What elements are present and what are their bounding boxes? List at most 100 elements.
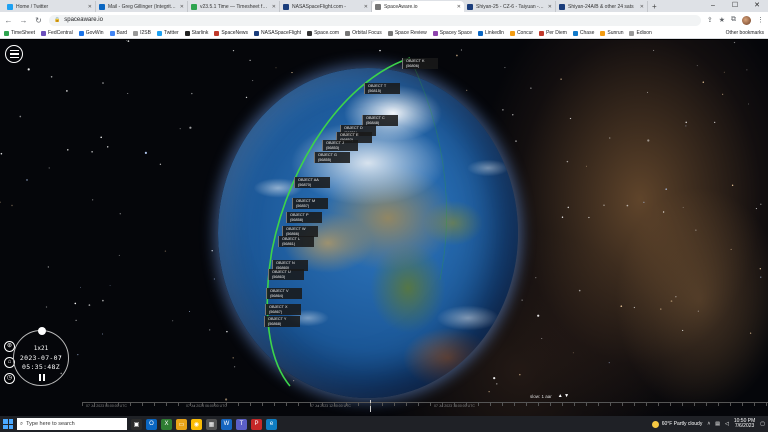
bookmark-item[interactable]: LinkedIn [478,30,504,36]
object-label[interactable]: OBJECT M (56857) [292,198,328,210]
excel-icon[interactable]: X [161,418,172,430]
tab-close-icon[interactable]: ✕ [640,4,644,10]
object-label[interactable]: OBJECT G (56855) [314,152,350,164]
other-bookmarks[interactable]: Other bookmarks [724,30,764,36]
menu-dots-icon[interactable]: ⋮ [757,16,764,24]
object-label[interactable]: OBJECT L (56861) [278,236,314,248]
bookmark-label: TimeSheet [11,30,35,36]
task-view-icon[interactable]: ▣ [131,418,142,430]
powerpoint-icon[interactable]: P [251,418,262,430]
bookmark-item[interactable]: TimeSheet [4,30,35,36]
profile-avatar[interactable] [742,15,751,25]
timeline-minor-tick [634,403,635,406]
teams-icon[interactable]: T [236,418,247,430]
bookmark-item[interactable]: NASASpaceFlight [254,30,301,36]
bookmark-label: Edison [636,30,652,36]
object-label[interactable]: OBJECT AA (56870) [294,177,330,189]
browser-tab[interactable]: Shiyan-25 - CZ-6 - Taiyuan - Ju ✕ [464,1,556,12]
timeline-minor-tick [430,403,431,406]
bookmark-item[interactable]: Space.com [307,30,339,36]
bookmark-item[interactable]: SpaceNews [214,30,248,36]
bookmark-item[interactable]: I2SB [133,30,151,36]
speed-arrows-icon[interactable]: ▲ ▼ [558,393,569,399]
bookmark-item[interactable]: Starlink [184,30,208,36]
notifications-icon[interactable]: ▢ [760,421,765,427]
history-icon[interactable]: ◷ [4,373,15,384]
timeline-minor-tick [706,403,707,406]
timeline-cursor[interactable] [370,400,371,412]
extensions-icon[interactable]: ⧉ [731,16,736,24]
object-label[interactable]: OBJECT P (56858) [286,212,322,224]
object-label[interactable]: OBJECT V (56864) [266,288,302,300]
bookmark-favicon-icon [254,30,260,36]
bookmark-item[interactable]: FedCentral [41,30,73,36]
bookmark-item[interactable]: Space Review [387,30,427,36]
pause-icon[interactable] [38,374,46,381]
browser-tab[interactable]: NASASpaceFlight.com - ✕ [280,1,372,12]
object-label[interactable]: OBJECT J (56853) [322,140,358,152]
calculator-icon[interactable]: ▦ [206,418,217,430]
taskbar-search[interactable]: ⌕ Type here to search [17,418,127,430]
bookmark-star-icon[interactable]: ★ [719,16,725,24]
timeline-bar[interactable]: 07 Jul 2023 00:00:00 UTC 07 Jul 2023 06:… [82,400,768,412]
browser-tab[interactable]: Mail - Greg Gillinger (Integrity S ✕ [96,1,188,12]
bookmark-item[interactable]: GovWin [78,30,104,36]
address-bar[interactable]: 🔒 spaceaware.io [49,14,701,26]
network-icon[interactable]: ▤ [715,421,720,427]
close-window-button[interactable]: ✕ [746,0,768,12]
system-clock[interactable]: 10:50 PM 7/6/2023 [734,418,755,430]
tab-favicon-icon [283,3,289,10]
object-label[interactable]: OBJECT Y (56868) [264,316,300,328]
weather-widget[interactable]: 60°F Partly cloudy [651,420,702,428]
object-label[interactable]: OBJECT K (56806) [402,58,438,70]
globe-viewport[interactable]: OBJECT K (56806) OBJECT T (56815) OBJECT C (5… [0,40,768,416]
tab-close-icon[interactable]: ✕ [180,4,184,10]
reload-icon[interactable]: ↻ [34,16,43,25]
clock-dial-knob[interactable] [38,327,46,335]
tab-close-icon[interactable]: ✕ [457,4,461,10]
object-label[interactable]: OBJECT U (56863) [268,269,304,281]
bookmark-item[interactable]: Edison [629,30,652,36]
bookmark-item[interactable]: Per Diem [539,30,567,36]
tab-close-icon[interactable]: ✕ [272,4,276,10]
object-label[interactable]: OBJECT X (56867) [265,304,301,316]
simulation-clock[interactable]: 1x21 2023-07-07 05:35:48Z [13,327,69,386]
back-arrow-icon[interactable]: ← [4,16,13,25]
bookmark-favicon-icon [600,30,606,36]
tab-close-icon[interactable]: ✕ [88,4,92,10]
chrome-icon[interactable]: ◉ [191,418,202,430]
volume-icon[interactable]: ◁ [725,421,729,427]
browser-tab[interactable]: v23.5.1 Time — Timesheet for G ✕ [188,1,280,12]
file-explorer-icon[interactable]: ▭ [176,418,187,430]
bookmark-item[interactable]: Sunrun [600,30,623,36]
bookmark-item[interactable]: Chase [572,30,594,36]
windows-start-icon[interactable] [3,419,13,429]
minimize-button[interactable]: – [702,0,724,12]
bookmark-favicon-icon [214,30,220,36]
new-tab-button[interactable]: + [648,1,661,12]
timeline-minor-tick [334,403,335,406]
browser-tab[interactable]: Home / Twitter ✕ [4,1,96,12]
object-label[interactable]: OBJECT T (56815) [364,83,400,95]
bookmark-item[interactable]: Concur [509,30,533,36]
browser-tab[interactable]: Shiyan-24A/B & other 24 sats ✕ [556,1,648,12]
maximize-button[interactable]: ☐ [724,0,746,12]
outlook-icon[interactable]: O [146,418,157,430]
browser-tab[interactable]: SpaceAware.io ✕ [372,1,464,12]
forward-arrow-icon[interactable]: → [19,16,28,25]
tab-close-icon[interactable]: ✕ [364,4,368,10]
word-icon[interactable]: W [221,418,232,430]
tab-title: Shiyan-25 - CZ-6 - Taiyuan - Ju [476,3,545,10]
bookmark-item[interactable]: Spacey Space [432,30,472,36]
share-icon[interactable]: ⇪ [707,16,713,24]
main-menu-button[interactable] [5,45,23,63]
bookmark-item[interactable]: Twitter [156,30,179,36]
timeline-minor-tick [226,403,227,406]
bookmark-item[interactable]: Bard [109,30,127,36]
chevron-up-icon[interactable]: ˄ [707,421,710,427]
tab-favicon-icon [375,3,381,10]
bookmark-item[interactable]: Orbital Focus [345,30,382,36]
timeline-minor-tick [190,403,191,406]
edge-icon[interactable]: e [266,418,277,430]
tab-close-icon[interactable]: ✕ [548,4,552,10]
